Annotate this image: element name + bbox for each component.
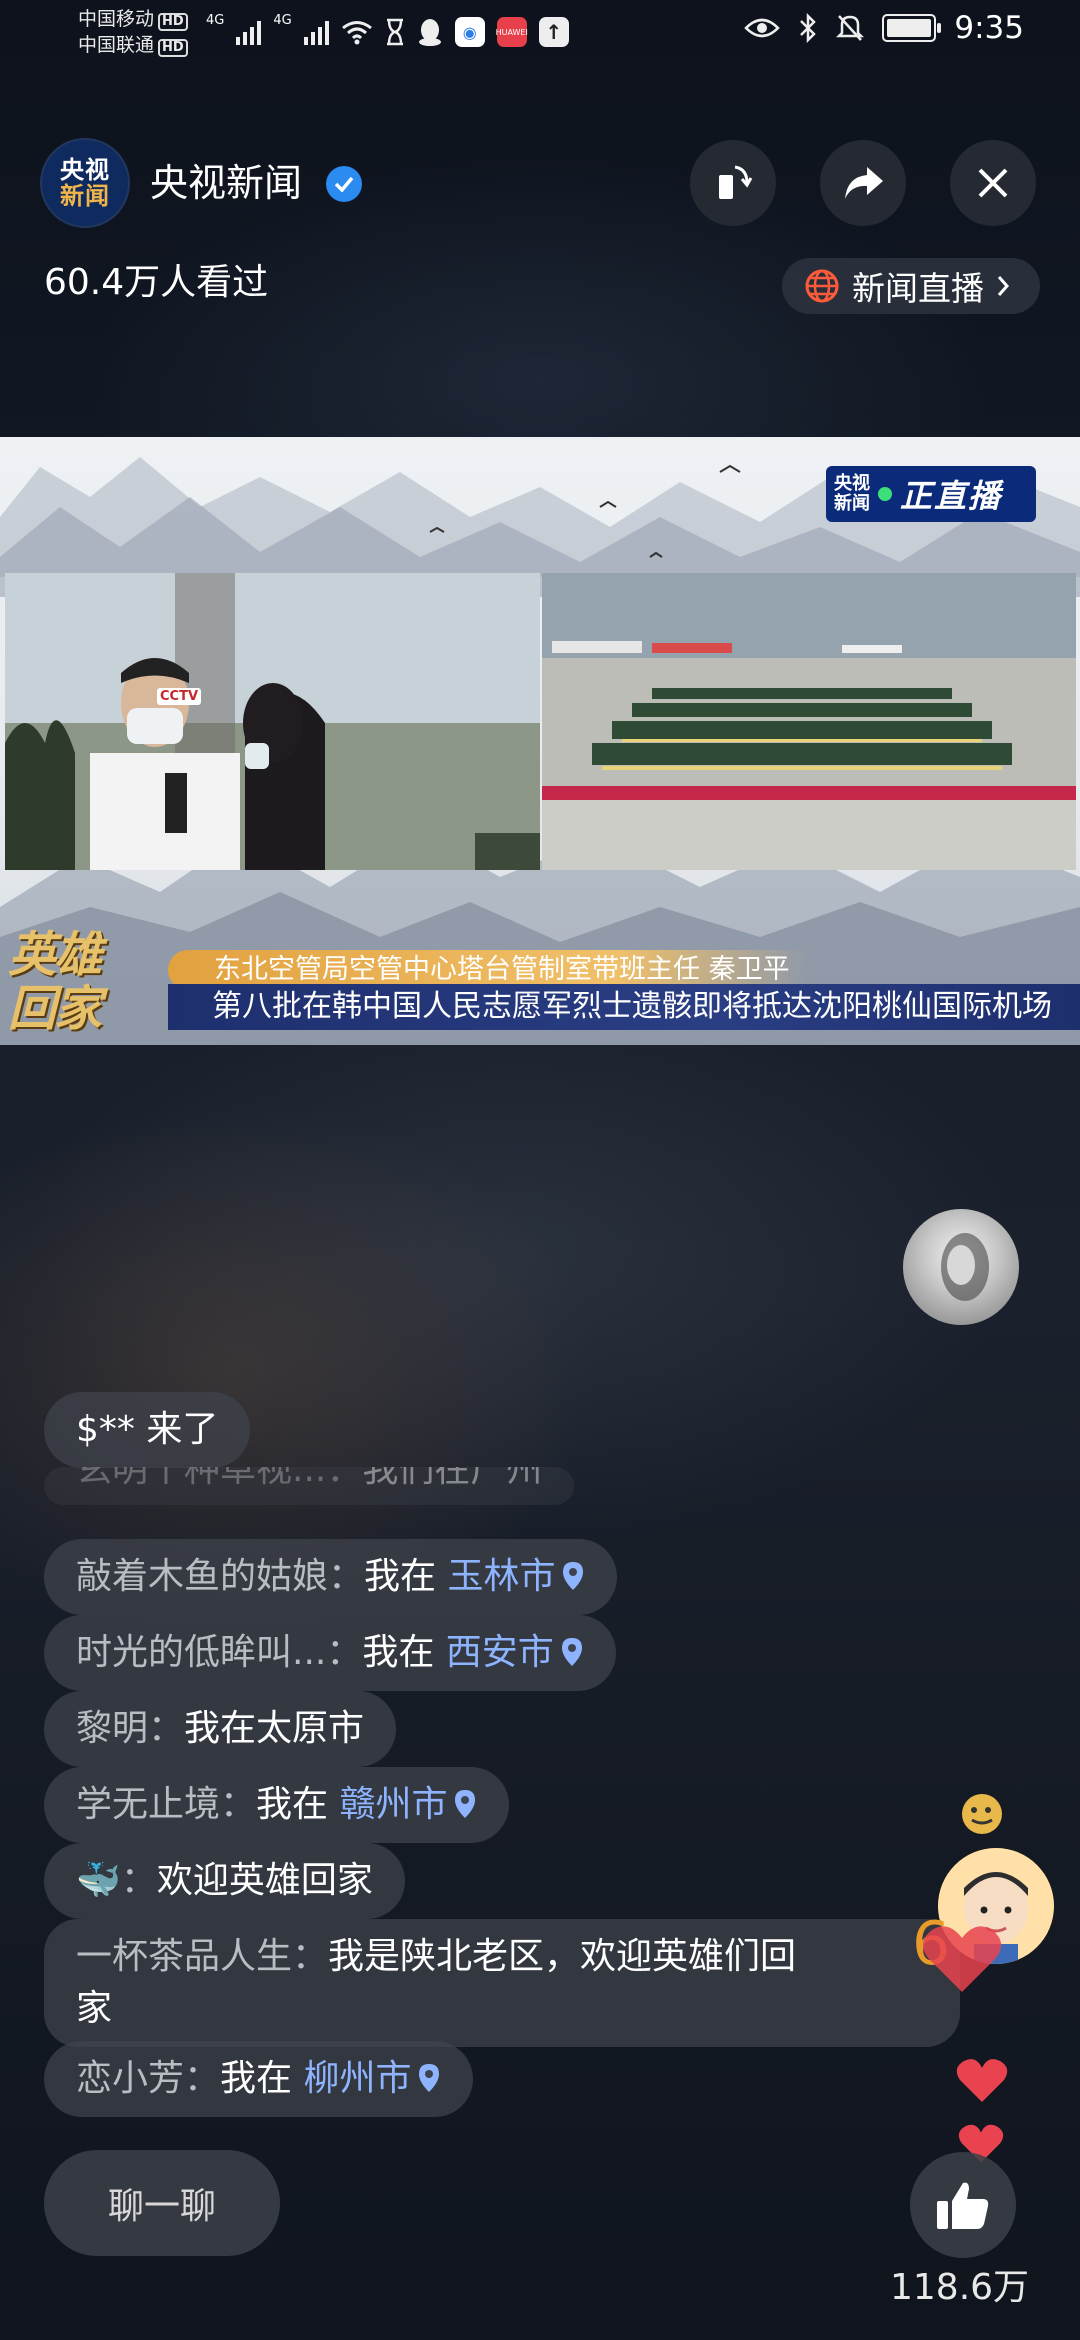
like-count: 118.6万 [890,2267,1030,2308]
viewer-count: 60.4万人看过 [44,262,269,303]
chat-message: 敲着木鱼的姑娘：我在 玉林市 [44,1539,618,1615]
live-video-player[interactable]: 央视 新闻 正直播 CCTV 英雄 回家 东北空管局空管中心塔台管制室带班主任 … [0,437,1080,1045]
wifi-icon [341,21,372,45]
lower-third-headline: 第八批在韩中国人民志愿军烈士遗骸即将抵达沈阳桃仙国际机场 [168,984,1080,1030]
hero-title-line1: 英雄 [8,927,102,983]
user-avatar[interactable] [903,1209,1019,1325]
badge-logo-bottom: 新闻 [834,493,870,514]
globe-icon [805,269,839,303]
cctv-mic-label: CCTV [157,688,202,705]
chat-text: 我是陕北老区，欢迎英雄们回 [328,1936,797,1977]
clock: 9:35 [954,10,1024,46]
huawei-icon: HUAWEI [496,17,528,47]
chat-message: 恋小芳：我在 柳州市 [44,2041,474,2117]
chat-username: 时光的低眸叫...： [76,1632,363,1673]
channel-name[interactable]: 央视新闻 [150,158,302,208]
chat-text: 欢迎英雄回家 [156,1860,373,1901]
signal-icon [303,19,329,45]
carrier-1: 中国移动 [78,8,155,30]
chat-username: 黎明： [76,1708,185,1749]
chat-text-continued: 家 [76,1988,113,2029]
carrier-2: 中国联通 [78,34,155,56]
chat-message: 一杯茶品人生：我是陕北老区，欢迎英雄们回家 [44,1919,960,2047]
qq-icon [418,19,441,46]
chat-button[interactable]: 聊一聊 [44,2150,280,2256]
emoji-sticker-icon [962,1794,1002,1834]
join-notice-text: $** 来了 [76,1409,219,1450]
chat-text: 我在 [362,1632,446,1673]
chat-text: 我在 [256,1784,340,1825]
hero-title-line2: 回家 [8,981,102,1037]
hourglass-icon [386,18,403,46]
location-pin-icon [419,2064,440,2092]
chat-text: 我在太原市 [184,1708,365,1749]
hd-badge: HD [158,13,188,31]
location-pin-icon [563,1562,584,1590]
chat-username: 一杯茶品人生： [76,1936,329,1977]
thumbs-up-icon [937,2182,989,2229]
logo-text-bottom: 新闻 [60,182,110,210]
like-button[interactable] [910,2152,1016,2258]
chat-text: 我在 [220,2058,304,2099]
live-dot-icon [878,487,892,501]
news-live-link[interactable]: 新闻直播 [782,258,1040,314]
channel-avatar[interactable]: 央视 新闻 [42,140,128,226]
chat-location: 柳州市 [303,2058,412,2099]
mute-icon [836,15,865,41]
verified-icon [326,166,362,202]
bluetooth-icon [800,13,817,43]
carrier-info: 中国移动 HD 中国联通 HD [78,6,188,58]
share-button[interactable] [820,140,906,226]
airport-scene [542,573,1076,870]
status-icons: 4G 4G ◉ HUAWEI ↑ [206,12,569,52]
hd-badge: HD [158,39,188,57]
chat-username: 玄明丨种草视...： [76,1467,363,1490]
chat-message: 黎明：我在太原市 [44,1691,397,1767]
chat-username: 学无止境： [76,1784,257,1825]
badge-logo-top: 央视 [834,473,870,494]
live-badge-text: 正直播 [900,477,1003,515]
avatar-photo [941,1233,989,1301]
battery-icon [882,14,942,42]
chat-location: 西安市 [445,1632,554,1673]
chat-username: 🐳： [76,1860,157,1901]
close-icon [978,168,1008,198]
browser-icon: ◉ [454,17,485,47]
chat-text: 我们在广州 [362,1467,543,1490]
signal-icon [236,19,262,45]
live-badge: 央视 新闻 正直播 [826,466,1036,522]
share-icon [845,167,883,199]
chat-message: 学无止境：我在 赣州市 [44,1767,510,1843]
chat-message: 时光的低眸叫...：我在 西安市 [44,1615,616,1691]
join-notice: $** 来了 [44,1392,251,1468]
interview-pane: CCTV [5,573,540,870]
network-type-2: 4G [273,13,292,28]
chat-username: 恋小芳： [76,2058,221,2099]
status-right: 9:35 [744,10,1024,46]
rotate-button[interactable] [690,140,776,226]
location-pin-icon [455,1790,476,1818]
eye-icon [744,18,781,38]
airport-pane [542,573,1076,870]
hero-title: 英雄 回家 [8,927,102,1037]
news-live-label: 新闻直播 [852,269,984,308]
chat-username: 敲着木鱼的姑娘： [76,1556,365,1597]
floating-heart-icon [956,2059,1008,2102]
chat-location: 赣州市 [339,1784,448,1825]
chat-message-faded: 玄明丨种草视...：我们在广州 [44,1467,575,1505]
chat-location: 玉林市 [447,1556,556,1597]
rotate-icon [719,165,753,199]
location-pin-icon [561,1638,582,1666]
chat-text: 我在 [364,1556,448,1597]
close-button[interactable] [950,140,1036,226]
network-type-1: 4G [206,13,225,28]
chevron-right-icon [997,276,1010,296]
floating-heart-icon: 6 [912,1909,1002,1992]
upload-icon: ↑ [538,17,569,47]
chat-message: 🐳：欢迎英雄回家 [44,1843,405,1919]
logo-text-top: 央视 [60,156,110,184]
interview-scene [5,573,540,870]
